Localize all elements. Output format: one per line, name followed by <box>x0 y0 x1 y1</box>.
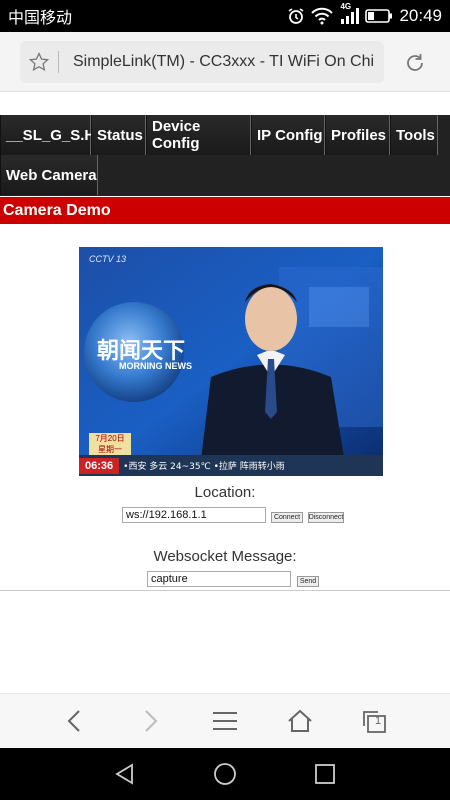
nav-item-status[interactable]: Status <box>91 115 146 155</box>
home-icon[interactable] <box>285 706 315 736</box>
alarm-icon <box>287 7 305 25</box>
status-bar: 中国移动 4G 20:49 <box>0 0 450 32</box>
nav-item-profiles[interactable]: Profiles <box>325 115 390 155</box>
forward-icon[interactable] <box>135 706 165 736</box>
websocket-message-label: Websocket Message: <box>153 548 297 565</box>
clock-time: 20:49 <box>399 6 442 25</box>
reload-icon[interactable] <box>400 48 430 78</box>
camera-video-frame: CCTV 13 朝闻天下 MORNING NEWS 7月20日 星期一 06:3… <box>79 247 383 476</box>
nav-item-sl-g-s-h[interactable]: __SL_G_S.H <box>0 115 95 155</box>
camera-demo-title: Camera Demo <box>3 201 111 219</box>
android-navigation-bar <box>0 748 450 800</box>
tabs-icon[interactable]: 1 <box>360 706 390 736</box>
tab-count: 1 <box>375 715 382 727</box>
date-badge: 7月20日 星期一 <box>89 433 131 455</box>
carrier-name: 中国移动 <box>8 10 73 27</box>
url-divider <box>58 51 59 73</box>
browser-toolbar: 1 <box>0 693 450 748</box>
ticker-bar: 06:36 •西安 多云 24~35℃ •拉萨 阵雨转小雨 <box>79 455 383 476</box>
url-title[interactable]: SimpleLink(TM) - CC3xxx - TI WiFi On Chi <box>73 53 374 71</box>
url-field[interactable]: SimpleLink(TM) - CC3xxx - TI WiFi On Chi <box>20 41 384 83</box>
wifi-icon <box>311 7 334 25</box>
weekday-text: 星期一 <box>98 445 122 454</box>
signal-icon: 4G <box>339 2 360 25</box>
home-circle-icon[interactable] <box>211 760 239 788</box>
connect-button[interactable]: Connect <box>271 512 303 523</box>
content-divider <box>0 590 450 591</box>
nav-item-tools[interactable]: Tools <box>390 115 438 155</box>
date-text: 7月20日 <box>95 434 125 443</box>
back-triangle-icon[interactable] <box>111 760 139 788</box>
ticker-clock: 06:36 <box>79 457 120 474</box>
nav-item-device-config[interactable]: Device Config <box>146 115 251 155</box>
recents-square-icon[interactable] <box>311 760 339 788</box>
show-subtitle: MORNING NEWS <box>119 361 192 371</box>
star-icon[interactable] <box>20 52 58 72</box>
send-button[interactable]: Send <box>297 576 319 587</box>
ticker-text: •西安 多云 24~35℃ •拉萨 阵雨转小雨 <box>123 462 285 472</box>
camera-demo-header: Camera Demo <box>0 197 450 224</box>
disconnect-button[interactable]: Disconnect <box>308 512 344 523</box>
location-input[interactable] <box>122 507 266 523</box>
nav-item-ip-config[interactable]: IP Config <box>251 115 325 155</box>
websocket-message-input[interactable] <box>147 571 291 587</box>
nav-item-web-camera[interactable]: Web Camera <box>0 155 98 195</box>
channel-logo: CCTV 13 <box>89 254 127 264</box>
top-navigation: __SL_G_S.H Status Device Config IP Confi… <box>0 115 450 196</box>
back-icon[interactable] <box>60 706 90 736</box>
browser-address-bar: SimpleLink(TM) - CC3xxx - TI WiFi On Chi <box>0 32 450 92</box>
menu-icon[interactable] <box>210 706 240 736</box>
network-type: 4G <box>340 2 352 11</box>
battery-icon <box>365 8 393 24</box>
location-label: Location: <box>194 484 256 501</box>
